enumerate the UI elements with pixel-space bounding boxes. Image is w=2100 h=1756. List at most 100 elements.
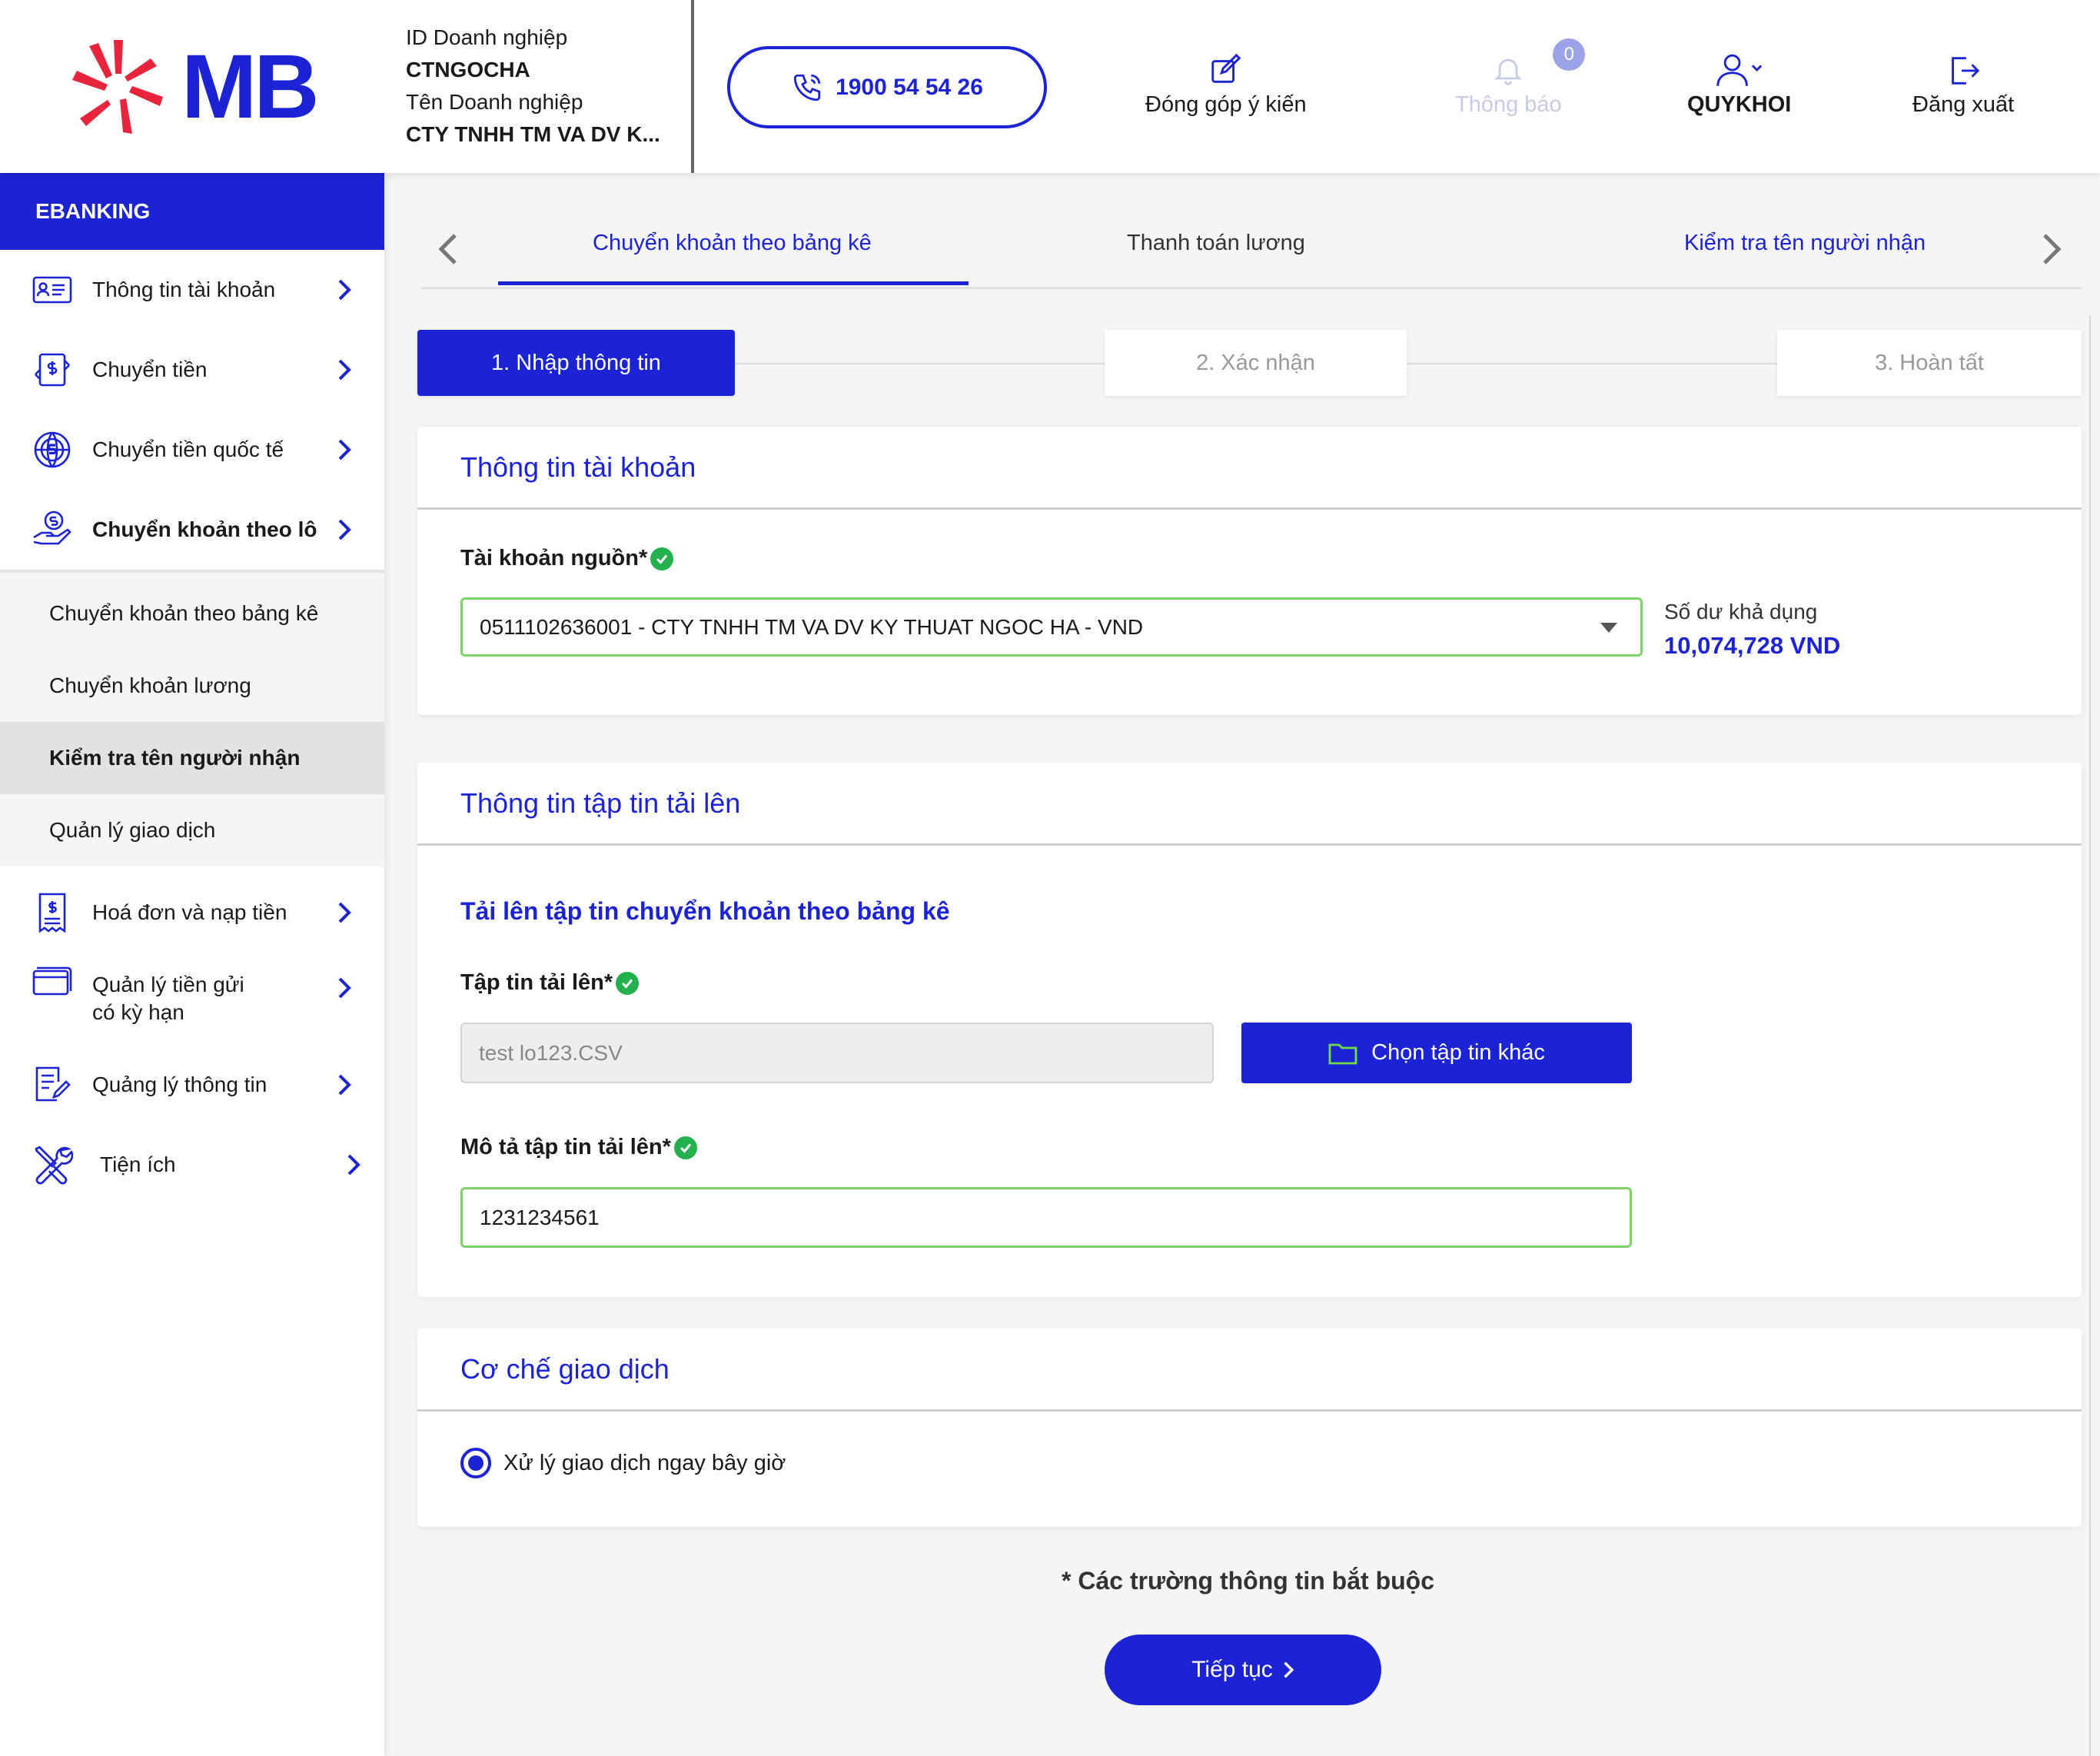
user-icon	[1716, 54, 1762, 86]
sidebar-item-batch-transfer[interactable]: Chuyển khoản theo lô	[0, 490, 384, 570]
chevron-right-icon	[338, 439, 351, 461]
option-label: Xử lý giao dịch ngay bây giờ	[503, 1450, 786, 1475]
check-valid-icon	[673, 1136, 697, 1159]
required-fields-note: * Các trường thông tin bắt buộc	[1062, 1567, 1434, 1595]
radio-selected-icon[interactable]	[460, 1448, 491, 1478]
tab-next-arrow-icon[interactable]	[2042, 232, 2062, 266]
file-description-label: Mô tả tập tin tải lên*	[460, 1135, 697, 1160]
sidebar-item-bills-topup[interactable]: Hoá đơn và nạp tiền	[0, 873, 384, 953]
company-name-label: Tên Doanh nghiệp	[406, 90, 583, 114]
label-text: Mô tả tập tin tải lên*	[460, 1135, 671, 1159]
sidebar-item-label: Quản lý tiền gửi có kỳ hạn	[92, 971, 244, 1026]
notifications-badge: 0	[1553, 38, 1586, 71]
label-line-2: có kỳ hạn	[92, 1000, 184, 1024]
upload-file-card: Thông tin tập tin tải lên Tải lên tập ti…	[417, 763, 2082, 1297]
process-now-option[interactable]: Xử lý giao dịch ngay bây giờ	[460, 1448, 786, 1478]
company-id-label: ID Doanh nghiệp	[406, 25, 568, 49]
tab-bar: Chuyển khoản theo bảng kê Thanh toán lươ…	[421, 192, 2082, 289]
edit-feedback-icon	[1211, 53, 1241, 83]
sidebar-item-label: Chuyển khoản theo lô	[92, 517, 317, 541]
step-complete: 3. Hoàn tất	[1777, 330, 2082, 396]
sidebar-item-utilities[interactable]: Tiện ích	[0, 1125, 384, 1205]
selected-account: 0511102636001 - CTY TNHH TM VA DV KY THU…	[480, 614, 1144, 639]
mb-star-logo-icon	[72, 39, 163, 134]
company-id-value: CTNGOCHA	[406, 58, 530, 81]
step-confirm: 2. Xác nhận	[1105, 330, 1407, 396]
sidebar-item-label: Tiện ích	[100, 1152, 176, 1176]
chevron-right-icon	[338, 359, 351, 381]
submenu-item-statement-transfer[interactable]: Chuyển khoản theo bảng kê	[0, 577, 384, 650]
feedback-button[interactable]: Đóng góp ý kiến	[1145, 48, 1307, 125]
chevron-right-icon	[338, 902, 351, 923]
phone-icon	[793, 74, 821, 101]
check-valid-icon	[650, 547, 674, 570]
available-balance-label: Số dư khả dụng	[1664, 600, 1818, 624]
logout-label: Đăng xuất	[1912, 92, 2015, 117]
mb-logo[interactable]: MB	[68, 31, 329, 142]
hotline-button[interactable]: 1900 54 54 26	[727, 46, 1047, 128]
tools-icon	[31, 1143, 74, 1186]
sidebar-item-label: Quảng lý thông tin	[92, 1073, 267, 1096]
source-account-label: Tài khoản nguồn*	[460, 546, 674, 571]
check-valid-icon	[616, 971, 640, 995]
sidebar: EBANKING Thông tin tài khoản Chuyển tiền…	[0, 173, 384, 1756]
sidebar-item-label: Chuyển tiền	[92, 358, 208, 381]
wallet-card-icon	[31, 962, 74, 1005]
chevron-right-icon	[338, 1074, 351, 1096]
notifications-button[interactable]: 0 Thông báo	[1455, 38, 1586, 125]
account-info-card: Thông tin tài khoản Tài khoản nguồn* 051…	[417, 427, 2082, 715]
user-menu[interactable]: QUYKHOI	[1687, 48, 1791, 125]
company-name-value: CTY TNHH TM VA DV K...	[406, 122, 660, 146]
submenu-item-transaction-management[interactable]: Quản lý giao dịch	[0, 794, 384, 866]
hand-coin-icon	[31, 508, 74, 551]
submenu-item-salary-transfer[interactable]: Chuyển khoản lương	[0, 650, 384, 722]
card-title: Thông tin tập tin tải lên	[417, 763, 2082, 846]
document-edit-icon	[31, 1063, 74, 1106]
user-name: QUYKHOI	[1687, 92, 1792, 117]
file-description-input[interactable]: 1231234561	[460, 1187, 1632, 1248]
sidebar-item-label: Chuyển tiền quốc tế	[92, 437, 284, 461]
sidebar-item-info-management[interactable]: Quảng lý thông tin	[0, 1045, 384, 1125]
sidebar-item-term-deposit[interactable]: Quản lý tiền gửi có kỳ hạn	[0, 953, 384, 1045]
globe-dollar-icon	[31, 428, 74, 471]
batch-transfer-submenu: Chuyển khoản theo bảng kê Chuyển khoản l…	[0, 570, 384, 866]
folder-icon	[1328, 1043, 1357, 1064]
button-label: Tiếp tục	[1191, 1657, 1273, 1682]
tab-salary-payment[interactable]: Thanh toán lương	[1127, 231, 1305, 256]
card-title: Thông tin tài khoản	[417, 427, 2082, 510]
id-card-icon	[31, 268, 74, 311]
uploaded-file-field: test lo123.CSV	[460, 1023, 1214, 1083]
sidebar-item-account-info[interactable]: Thông tin tài khoản	[0, 250, 384, 330]
submenu-item-check-recipient-name[interactable]: Kiểm tra tên người nhận	[0, 722, 384, 794]
sidebar-title: EBANKING	[0, 173, 384, 250]
logo-text: MB	[181, 35, 320, 138]
chevron-right-icon	[1284, 1661, 1294, 1678]
chevron-right-icon	[338, 279, 351, 301]
logout-icon	[1952, 57, 1980, 85]
dropdown-caret-icon	[1600, 623, 1617, 633]
tab-prev-arrow-icon[interactable]	[438, 232, 458, 266]
sidebar-item-transfer[interactable]: Chuyển tiền	[0, 330, 384, 410]
available-balance-value: 10,074,728 VND	[1664, 632, 1841, 659]
source-account-select[interactable]: 0511102636001 - CTY TNHH TM VA DV KY THU…	[460, 597, 1643, 657]
tab-check-recipient-name[interactable]: Kiểm tra tên người nhận	[1684, 231, 1926, 256]
scrollbar-track[interactable]	[2089, 315, 2091, 1756]
label-text: Tài khoản nguồn*	[460, 546, 648, 570]
logout-button[interactable]: Đăng xuất	[1912, 48, 2014, 125]
notifications-label: Thông báo	[1455, 92, 1562, 117]
sidebar-item-label: Thông tin tài khoản	[92, 278, 276, 301]
tab-statement-transfer[interactable]: Chuyển khoản theo bảng kê	[593, 231, 872, 256]
choose-other-file-button[interactable]: Chọn tập tin khác	[1241, 1023, 1632, 1083]
top-header: MB ID Doanh nghiệp CTNGOCHA Tên Doanh ng…	[0, 0, 2100, 173]
receipt-icon	[31, 891, 74, 934]
chevron-right-icon	[338, 977, 351, 999]
sidebar-item-international-transfer[interactable]: Chuyển tiền quốc tế	[0, 410, 384, 490]
upload-subtitle: Tải lên tập tin chuyển khoản theo bảng k…	[460, 897, 950, 925]
continue-button[interactable]: Tiếp tục	[1105, 1635, 1381, 1705]
transaction-mechanism-card: Cơ chế giao dịch Xử lý giao dịch ngay bâ…	[417, 1329, 2082, 1527]
company-info: ID Doanh nghiệp CTNGOCHA Tên Doanh nghiệ…	[384, 0, 694, 173]
active-tab-indicator	[498, 281, 969, 285]
label-line-1: Quản lý tiền gửi	[92, 973, 244, 996]
chevron-right-icon	[338, 519, 351, 540]
hotline-number: 1900 54 54 26	[836, 74, 983, 100]
